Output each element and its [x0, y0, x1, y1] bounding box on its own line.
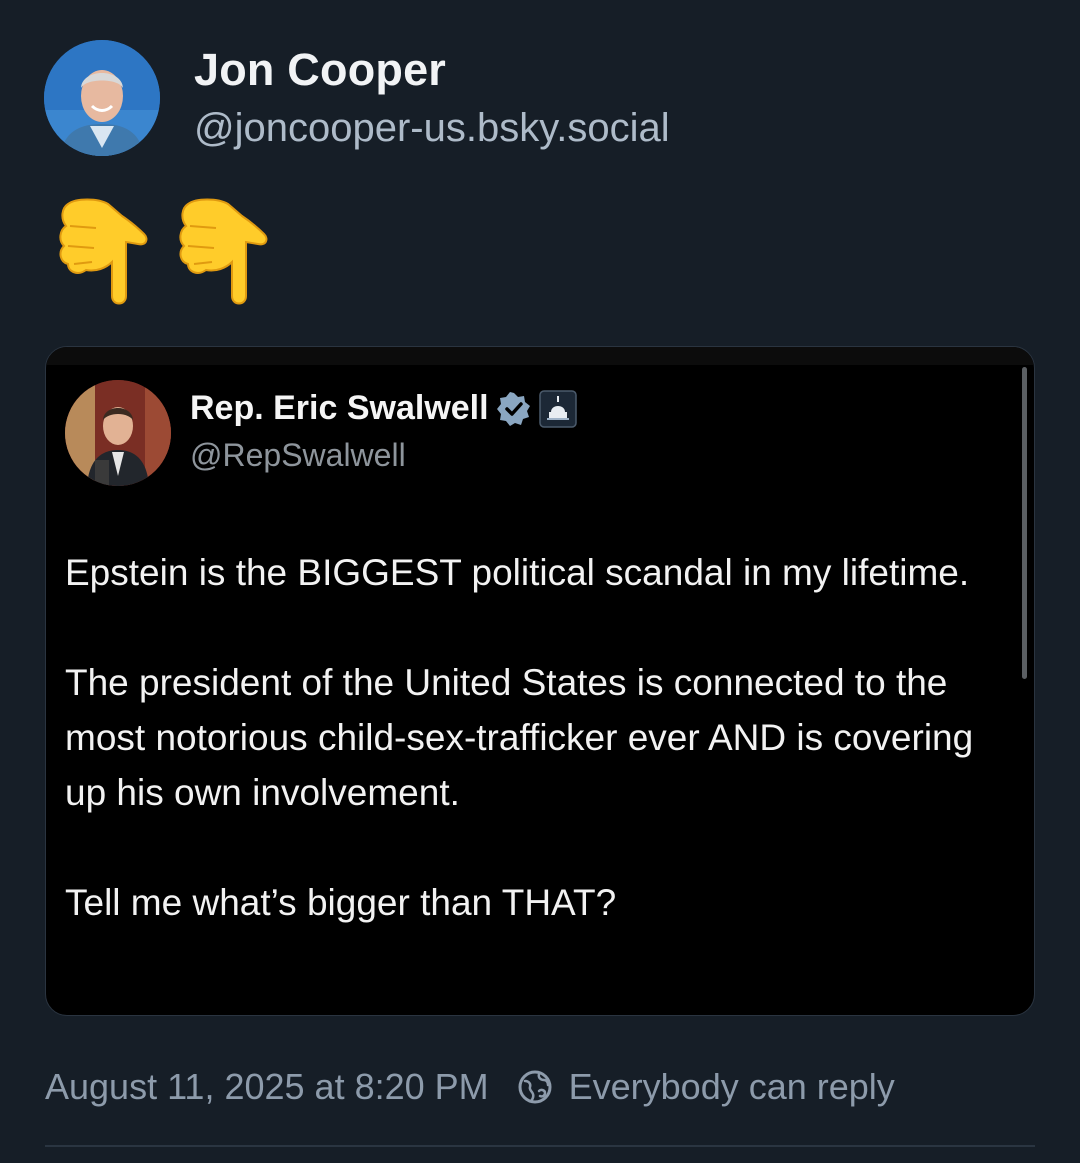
- globe-icon: [518, 1070, 552, 1104]
- verified-badge-icon: [496, 391, 530, 426]
- reply-setting-label[interactable]: Everybody can reply: [569, 1066, 895, 1108]
- quoted-author-avatar[interactable]: [65, 380, 171, 486]
- post-text-emoji: [56, 196, 272, 310]
- post-timestamp[interactable]: August 11, 2025 at 8:20 PM: [45, 1066, 489, 1108]
- pointing-down-hand-icon: [59, 198, 148, 305]
- quoted-post-paragraph: Epstein is the BIGGEST political scandal…: [65, 552, 970, 593]
- quoted-author-handle[interactable]: @RepSwalwell: [190, 437, 406, 474]
- quoted-post-body: Epstein is the BIGGEST political scandal…: [65, 545, 1015, 930]
- author-handle[interactable]: @joncooper-us.bsky.social: [194, 106, 670, 151]
- author-avatar[interactable]: [44, 40, 160, 156]
- quoted-post-paragraph: The president of the United States is co…: [65, 662, 974, 813]
- quoted-post-paragraph: Tell me what’s bigger than THAT?: [65, 882, 617, 923]
- quoted-author-display-name[interactable]: Rep. Eric Swalwell: [190, 389, 489, 428]
- quoted-author-name-row: Rep. Eric Swalwell: [190, 389, 577, 428]
- divider: [45, 1145, 1035, 1147]
- quoted-post-card[interactable]: Rep. Eric Swalwell @RepSwalwell Epstein …: [45, 346, 1035, 1016]
- post-meta-row: August 11, 2025 at 8:20 PM Everybody can…: [45, 1066, 895, 1108]
- government-capitol-icon: [538, 389, 577, 428]
- pointing-down-hand-icon: [179, 198, 268, 305]
- quoted-post-scrollbar[interactable]: [1022, 367, 1027, 679]
- author-display-name[interactable]: Jon Cooper: [194, 44, 446, 96]
- quoted-post-topbar: [46, 347, 1034, 365]
